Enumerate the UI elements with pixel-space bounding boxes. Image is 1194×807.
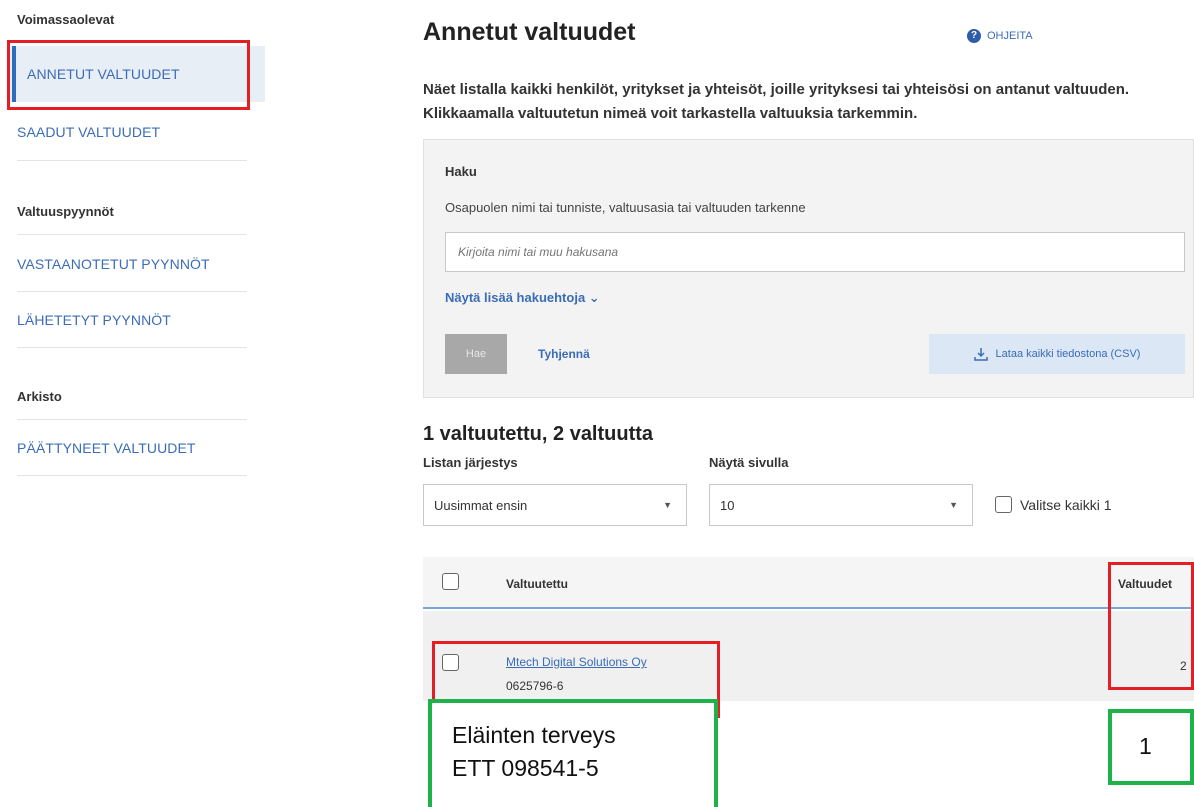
- help-link[interactable]: ? OHJEITA: [967, 29, 1033, 43]
- page-size-select-value: 10: [720, 497, 735, 513]
- sidebar-divider: [17, 347, 247, 348]
- column-header-name: Valtuutettu: [506, 577, 568, 591]
- sort-select[interactable]: Uusimmat ensin ▼: [423, 484, 687, 526]
- search-input[interactable]: [445, 232, 1185, 272]
- annotation-left-line2: ETT 098541-5: [452, 755, 599, 781]
- page-size-label: Näytä sivulla: [709, 455, 789, 470]
- sidebar-section-requests: Valtuuspyynnöt: [17, 204, 114, 219]
- sidebar-section-active: Voimassaolevat: [17, 12, 115, 27]
- select-all-label: Valitse kaikki 1: [1020, 496, 1112, 513]
- result-count: 1 valtuutettu, 2 valtuutta: [423, 423, 654, 445]
- sort-label: Listan järjestys: [423, 455, 518, 470]
- highlight-box-sidebar: [7, 40, 250, 110]
- search-label: Haku: [445, 164, 477, 179]
- dropdown-arrow-icon: ▼: [949, 500, 958, 510]
- more-filters-toggle[interactable]: Näytä lisää hakuehtoja ⌄: [445, 290, 600, 306]
- download-icon: [973, 348, 988, 361]
- highlight-box-count: [1108, 562, 1194, 690]
- sidebar-divider: [17, 160, 247, 161]
- sidebar-section-archive: Arkisto: [17, 389, 62, 404]
- sidebar-item-incoming-requests[interactable]: VASTAANOTETUT PYYNNÖT: [17, 236, 247, 292]
- checkbox-icon: [995, 496, 1012, 513]
- intro-text: Näet listalla kaikki henkilöt, yritykset…: [423, 81, 1130, 122]
- sidebar-item-ended-mandates[interactable]: PÄÄTTYNEET VALTUUDET: [17, 420, 247, 476]
- page-title: Annetut valtuudet: [423, 18, 636, 46]
- page-size-select[interactable]: 10 ▼: [709, 484, 973, 526]
- annotation-right-text: 1: [1139, 733, 1152, 759]
- annotation-left-line1: Eläinten terveys: [452, 722, 616, 748]
- download-csv-button[interactable]: Lataa kaikki tiedostona (CSV): [929, 334, 1185, 374]
- sidebar-item-received-mandates[interactable]: SAADUT VALTUUDET: [17, 104, 247, 160]
- sort-select-value: Uusimmat ensin: [434, 497, 528, 513]
- dropdown-arrow-icon: ▼: [663, 500, 672, 510]
- select-all-checkbox[interactable]: Valitse kaikki 1: [995, 496, 1112, 513]
- sidebar-item-sent-requests[interactable]: LÄHETETYT PYYNNÖT: [17, 292, 247, 348]
- search-button[interactable]: Hae: [445, 334, 507, 374]
- download-csv-label: Lataa kaikki tiedostona (CSV): [995, 348, 1141, 360]
- help-label: OHJEITA: [987, 30, 1033, 42]
- sidebar-divider: [17, 475, 247, 476]
- help-icon: ?: [967, 29, 981, 43]
- sidebar-divider: [17, 234, 247, 235]
- clear-button[interactable]: Tyhjennä: [538, 334, 590, 374]
- header-checkbox[interactable]: [442, 573, 459, 590]
- search-description: Osapuolen nimi tai tunniste, valtuusasia…: [445, 200, 806, 215]
